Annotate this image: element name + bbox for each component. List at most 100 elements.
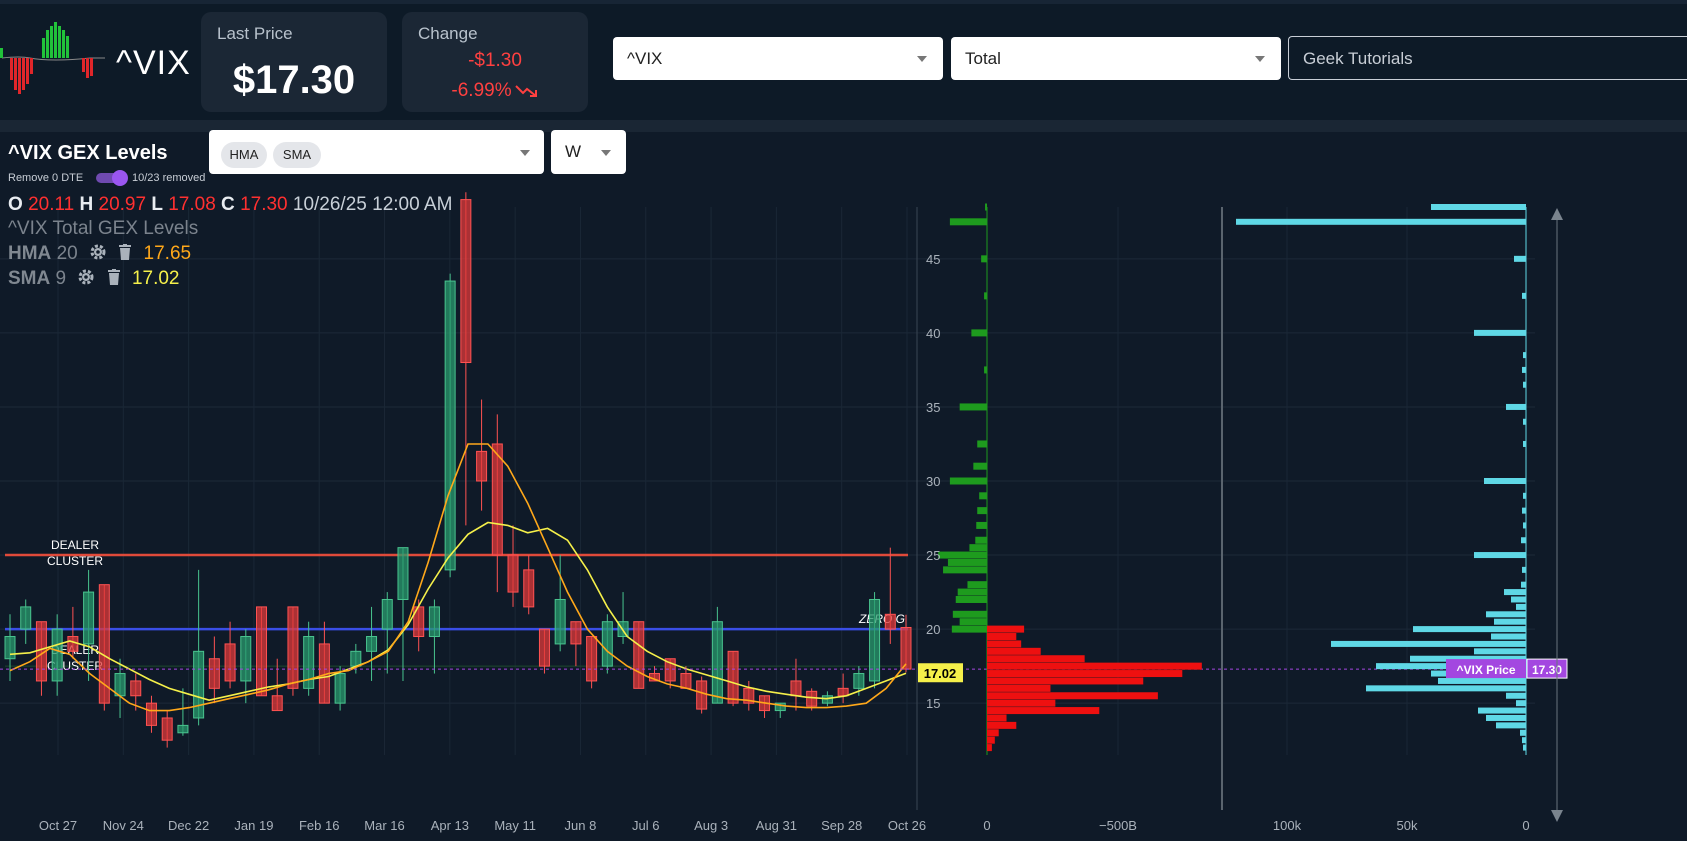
candle-body xyxy=(428,606,440,638)
volume-bar xyxy=(1484,478,1526,484)
y-tick-label: 45 xyxy=(926,252,940,267)
gex-bar-positive xyxy=(949,218,987,226)
candle-body xyxy=(711,621,723,704)
gear-icon[interactable] xyxy=(89,243,107,261)
gex-bar-positive xyxy=(985,203,987,211)
hma-legend: HMA 20 17.65 xyxy=(8,243,191,265)
volume-bar xyxy=(1520,729,1526,736)
volume-axis-label: 50k xyxy=(1397,818,1418,833)
volume-bar xyxy=(1474,648,1526,655)
candle-body xyxy=(790,680,802,697)
gex-bar-positive xyxy=(975,536,987,544)
gex-bar-negative xyxy=(987,692,1158,700)
volume-bar xyxy=(1438,677,1526,684)
y-tick-label: 30 xyxy=(926,474,940,489)
candle-body xyxy=(601,621,613,667)
gex-bar-positive xyxy=(938,551,987,559)
price-tag-value: 17.30 xyxy=(1532,663,1562,677)
high-value: 20.97 xyxy=(98,194,147,215)
candle-body xyxy=(727,650,739,704)
price-tag-label: ^VIX Price xyxy=(1456,663,1515,677)
trash-icon[interactable] xyxy=(107,269,121,286)
candle-body xyxy=(460,199,472,364)
candle-body xyxy=(554,598,566,645)
y-tick-label: 20 xyxy=(926,622,940,637)
candle-body xyxy=(853,673,865,689)
volume-bar xyxy=(1496,722,1526,729)
candle-body xyxy=(696,680,708,710)
gex-bar-positive xyxy=(984,366,987,374)
candle-body xyxy=(900,626,912,670)
gex-axis-label: −500B xyxy=(1099,818,1137,833)
volume-bar xyxy=(1474,329,1526,336)
gex-bar-negative xyxy=(987,625,1025,633)
candle-body xyxy=(240,636,252,682)
volume-bar xyxy=(1331,640,1526,647)
volume-bar xyxy=(1516,700,1526,707)
gex-bar-negative xyxy=(987,684,1051,692)
candle-body xyxy=(586,636,598,682)
hma-legend-name: HMA xyxy=(8,243,52,264)
gex-bar-positive xyxy=(976,521,987,529)
close-label: C xyxy=(221,194,235,215)
sma-legend-value: 17.02 xyxy=(131,268,180,289)
low-value: 17.08 xyxy=(168,194,216,215)
candle-body xyxy=(350,650,362,667)
volume-axis-label: 100k xyxy=(1273,818,1302,833)
candle-body xyxy=(114,673,126,697)
volume-bar xyxy=(1516,603,1526,610)
gear-icon[interactable] xyxy=(77,268,95,286)
gex-bar-positive xyxy=(959,403,987,411)
candle-body xyxy=(177,724,189,734)
gex-bar-negative xyxy=(987,721,1017,729)
gex-bar-positive xyxy=(979,492,987,500)
level-lines: DEALERCLUSTERZERO GDEALERCLUSTER xyxy=(5,538,908,673)
candle-body xyxy=(491,443,503,556)
low-label: L xyxy=(151,194,163,215)
x-tick-label: May 11 xyxy=(494,818,536,833)
x-tick-label: Jul 6 xyxy=(632,818,659,833)
volume-bar xyxy=(1522,366,1526,373)
hma-line xyxy=(9,443,907,712)
volume-bar xyxy=(1521,581,1526,588)
candle-body xyxy=(570,621,582,645)
vertical-scrollbar[interactable] xyxy=(1551,208,1563,822)
volume-bar xyxy=(1504,589,1526,596)
volume-bar xyxy=(1522,737,1526,744)
gex-bar-positive xyxy=(977,507,987,515)
volume-bar xyxy=(1413,626,1526,633)
candle-body xyxy=(837,687,849,697)
gex-bar-negative xyxy=(987,647,1041,655)
gex-bar-positive xyxy=(947,558,987,566)
candle-body xyxy=(884,613,896,630)
volume-bar xyxy=(1522,507,1526,514)
x-tick-label: Feb 16 xyxy=(299,818,339,833)
gex-profile xyxy=(938,203,1202,755)
candle-body xyxy=(83,591,95,645)
sma-legend: SMA 9 17.02 xyxy=(8,268,179,290)
candle-body xyxy=(538,628,550,667)
volume-bar xyxy=(1366,685,1526,692)
price-chart[interactable]: DEALERCLUSTERZERO GDEALERCLUSTER Oct 27N… xyxy=(0,0,1687,841)
x-tick-label: Oct 26 xyxy=(888,818,926,833)
candle-body xyxy=(20,606,32,630)
x-tick-label: Jun 8 xyxy=(565,818,597,833)
ohlc-readout: O 20.11 H 20.97 L 17.08 C 17.30 10/26/25… xyxy=(8,194,452,216)
sma-tag-value: 17.02 xyxy=(924,666,957,681)
gex-bar-positive xyxy=(973,462,987,470)
gex-bar-positive xyxy=(981,255,987,263)
candle-body xyxy=(476,450,488,482)
hma-legend-value: 17.65 xyxy=(143,243,192,264)
gex-bar-negative xyxy=(987,744,992,752)
gex-bar-positive xyxy=(951,625,987,633)
dealer-cluster-label-line2: CLUSTER xyxy=(47,554,103,568)
candle-body xyxy=(145,702,157,726)
candle-body xyxy=(224,643,236,682)
volume-bar xyxy=(1506,692,1526,699)
hma-legend-period: 20 xyxy=(56,243,78,264)
volume-bar xyxy=(1478,707,1526,714)
volume-bar xyxy=(1494,618,1526,625)
trash-icon[interactable] xyxy=(118,244,132,261)
volume-bar xyxy=(1491,633,1526,640)
candle-body xyxy=(208,658,220,689)
